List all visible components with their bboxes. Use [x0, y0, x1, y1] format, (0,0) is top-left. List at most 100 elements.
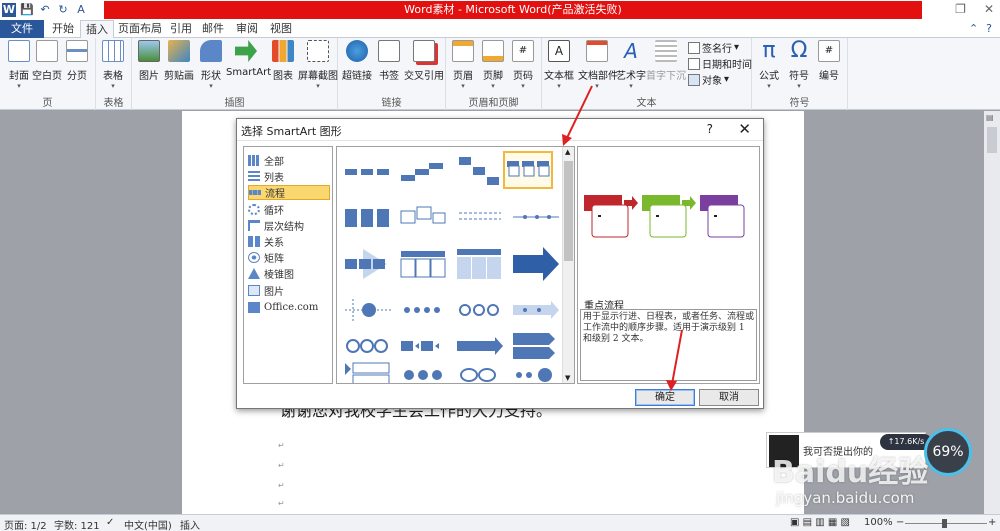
quick-parts-button[interactable]: 文档部件 ▾ — [578, 40, 618, 90]
cross-reference-button[interactable]: 交叉引用 — [404, 40, 444, 82]
category-hierarchy[interactable]: 层次结构 — [248, 218, 330, 233]
gallery-scrollbar-thumb[interactable] — [564, 161, 573, 261]
tab-mailings[interactable]: 邮件 — [198, 20, 228, 38]
gallery-item[interactable] — [399, 153, 449, 191]
gallery-item[interactable] — [511, 361, 561, 383]
tab-home[interactable]: 开始 — [46, 20, 80, 38]
textbox-button[interactable]: A 文本框 ▾ — [542, 40, 576, 90]
gallery-item[interactable] — [343, 199, 393, 237]
smartart-gallery: ▲ ▼ — [336, 146, 575, 384]
chart-button[interactable]: 图表 — [266, 40, 300, 82]
help-icon[interactable]: ? — [986, 22, 992, 35]
category-process[interactable]: 流程 — [248, 185, 330, 200]
scroll-up-icon[interactable]: ▲ — [565, 148, 570, 156]
smartart-button[interactable]: SmartArt — [226, 40, 271, 78]
tab-insert[interactable]: 插入 — [80, 20, 114, 39]
category-list-type[interactable]: 列表 — [248, 169, 330, 184]
close-icon[interactable]: ✕ — [738, 120, 751, 138]
tab-references[interactable]: 引用 — [166, 20, 196, 38]
gallery-item[interactable] — [511, 245, 561, 283]
gallery-item[interactable] — [399, 361, 449, 383]
shapes-button[interactable]: 形状 ▾ — [194, 40, 228, 90]
gallery-item[interactable] — [455, 153, 505, 191]
undo-icon[interactable]: ↶ — [38, 3, 52, 17]
help-icon[interactable]: ? — [707, 122, 713, 136]
tab-view[interactable]: 视图 — [266, 20, 296, 38]
gallery-item[interactable] — [343, 361, 393, 383]
gallery-item[interactable] — [455, 245, 505, 283]
usage-gauge[interactable]: 69% — [924, 428, 972, 476]
numbering-button[interactable]: # 编号 — [812, 40, 846, 82]
tab-file[interactable]: 文件 — [0, 20, 44, 38]
symbol-button[interactable]: Ω 符号 ▾ — [782, 40, 816, 91]
word-count[interactable]: 字数: 121 — [54, 517, 100, 531]
save-icon[interactable]: 💾 — [20, 3, 34, 17]
restore-icon[interactable]: ❐ — [955, 2, 966, 16]
category-office-com[interactable]: Office.com — [248, 300, 330, 315]
blank-page-button[interactable]: 空白页 — [30, 40, 64, 82]
vertical-scrollbar[interactable]: ▤ — [984, 111, 1000, 514]
tab-review[interactable]: 审阅 — [232, 20, 262, 38]
signature-line-button[interactable]: 签名行 ▾ — [688, 40, 739, 55]
gallery-item[interactable] — [511, 291, 561, 329]
scroll-down-icon[interactable]: ▼ — [565, 374, 570, 382]
language[interactable]: 中文(中国) — [124, 517, 172, 531]
page-count[interactable]: 页面: 1/2 — [4, 517, 47, 531]
tab-page-layout[interactable]: 页面布局 — [116, 20, 164, 38]
gallery-item[interactable] — [455, 199, 505, 237]
ruler-toggle-icon[interactable]: ▤ — [986, 113, 998, 123]
format-icon[interactable]: A — [74, 3, 88, 17]
gallery-item[interactable] — [455, 327, 505, 365]
gallery-item[interactable] — [343, 327, 393, 365]
gallery-item[interactable] — [343, 153, 393, 191]
object-button[interactable]: 对象 ▾ — [688, 72, 729, 87]
bookmark-button[interactable]: 书签 — [372, 40, 406, 82]
gallery-scrollbar[interactable]: ▲ ▼ — [562, 147, 574, 383]
table-button[interactable]: 表格 ▾ — [96, 40, 130, 90]
footer-button[interactable]: 页脚 ▾ — [476, 40, 510, 90]
gallery-item[interactable] — [455, 361, 505, 383]
paragraph-mark: ↵ — [278, 461, 285, 470]
gallery-item[interactable] — [399, 199, 449, 237]
table-icon — [102, 40, 124, 62]
insert-mode[interactable]: 插入 — [180, 517, 200, 531]
clipart-button[interactable]: 剪贴画 — [162, 40, 196, 82]
category-picture[interactable]: 图片 — [248, 283, 330, 298]
gallery-item[interactable] — [399, 245, 449, 283]
category-matrix[interactable]: 矩阵 — [248, 250, 330, 265]
equation-button[interactable]: π 公式 ▾ — [752, 40, 786, 91]
scrollbar-thumb[interactable] — [987, 127, 997, 153]
date-time-button[interactable]: 日期和时间 — [688, 56, 752, 71]
redo-icon[interactable]: ↻ — [56, 3, 70, 17]
zoom-out-icon[interactable]: − — [896, 517, 904, 528]
gallery-item[interactable] — [343, 245, 393, 283]
screenshot-button[interactable]: 屏幕截图 ▾ — [298, 40, 338, 90]
gallery-item[interactable] — [455, 291, 505, 329]
zoom-in-icon[interactable]: + — [988, 517, 996, 528]
hyperlink-button[interactable]: 超链接 — [340, 40, 374, 82]
proofing-icon[interactable]: ✓ — [106, 517, 114, 528]
category-pyramid[interactable]: 棱锥图 — [248, 266, 330, 281]
ok-button[interactable]: 确定 — [635, 389, 695, 406]
gallery-item[interactable] — [399, 291, 449, 329]
page-number-button[interactable]: # 页码 ▾ — [506, 40, 540, 90]
drop-cap-button[interactable]: 首字下沉 — [646, 40, 686, 82]
page-break-button[interactable]: 分页 — [60, 40, 94, 82]
gallery-item[interactable] — [511, 199, 561, 237]
cancel-button[interactable]: 取消 — [699, 389, 759, 406]
wordart-button[interactable]: A 艺术字 ▾ — [614, 40, 648, 90]
gallery-item[interactable] — [343, 291, 393, 329]
gallery-item[interactable] — [511, 327, 561, 365]
close-window-icon[interactable]: ✕ — [984, 2, 994, 16]
gallery-item-selected[interactable] — [503, 151, 553, 189]
category-cycle[interactable]: 循环 — [248, 202, 330, 217]
view-buttons[interactable]: ▣ ▤ ▥ ▦ ▧ — [790, 517, 850, 528]
minimize-ribbon-icon[interactable]: ⌃ — [969, 22, 978, 35]
gallery-item[interactable] — [399, 327, 449, 365]
category-relationship[interactable]: 关系 — [248, 234, 330, 249]
zoom-slider-knob[interactable] — [942, 519, 947, 528]
category-all[interactable]: 全部 — [248, 153, 330, 168]
picture-button[interactable]: 图片 — [132, 40, 166, 82]
header-button[interactable]: 页眉 ▾ — [446, 40, 480, 90]
zoom-level[interactable]: 100% — [864, 517, 893, 528]
